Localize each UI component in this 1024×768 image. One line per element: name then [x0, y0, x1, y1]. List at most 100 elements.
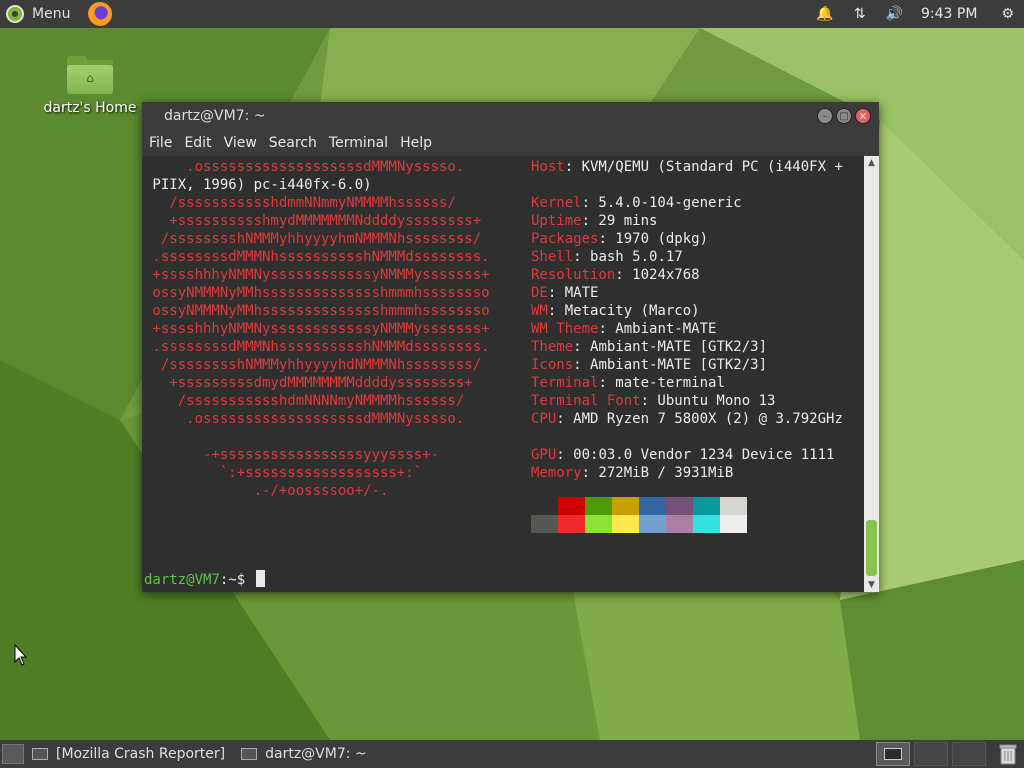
- info-value: : 1024x768: [615, 267, 700, 283]
- terminal-menubar: File Edit View Search Terminal Help: [142, 130, 879, 156]
- logo-line: .ssssssssdMMMNhsssssssssshNMMMdssssssss.: [144, 339, 490, 355]
- color-swatch: [558, 497, 585, 515]
- top-panel: Menu 🔔 ⇅ 🔊 9:43 PM ⚙: [0, 0, 1024, 28]
- window-icon: [32, 748, 48, 760]
- menu-help[interactable]: Help: [395, 135, 437, 151]
- info-line: Resolution: 1024x768: [531, 266, 700, 284]
- menu-view[interactable]: View: [219, 135, 262, 151]
- host-continuation: PIIX, 1996) pc-i440fx-6.0): [144, 177, 372, 193]
- info-value: : 272MiB / 3931MiB: [581, 465, 734, 481]
- window-controls: – □ ×: [814, 108, 871, 124]
- info-key: Shell: [531, 249, 574, 265]
- notification-bell-icon[interactable]: 🔔: [816, 6, 833, 22]
- color-swatch: [639, 497, 666, 515]
- shell-prompt[interactable]: dartz@VM7:~$: [144, 570, 265, 589]
- color-swatch: [720, 497, 747, 515]
- logo-line: .-/+oossssoo+/-.: [144, 483, 389, 499]
- workspace-3[interactable]: [952, 742, 986, 766]
- logo-line: +sssssssssshmydMMMMMMMNddddyssssssss+: [144, 213, 482, 229]
- info-line: Kernel: 5.4.0-104-generic: [531, 194, 742, 212]
- info-line: Icons: Ambiant-MATE [GTK2/3]: [531, 356, 767, 374]
- logo-line: .osssssssssssssssssssdMMMNysssso.: [144, 159, 465, 175]
- scrollbar-thumb[interactable]: [866, 520, 877, 576]
- close-button[interactable]: ×: [855, 108, 871, 124]
- color-swatch: [693, 515, 720, 533]
- info-line: GPU: 00:03.0 Vendor 1234 Device 1111: [531, 446, 834, 464]
- logo-line: +sssshhhyNMMNyssssssssssssyNMMMysssssss+: [144, 267, 490, 283]
- info-value: : Ambiant-MATE [GTK2/3]: [573, 339, 768, 355]
- info-key: Packages: [531, 231, 599, 247]
- color-swatch: [585, 515, 612, 533]
- info-value: : Ubuntu Mono 13: [640, 393, 776, 409]
- info-key: Terminal: [531, 375, 599, 391]
- taskbar-item-terminal[interactable]: dartz@VM7: ~: [233, 740, 375, 768]
- logo-line: /ssssssssssshdmNNNNmyNMMMMhssssss/: [144, 393, 465, 409]
- window-title: dartz@VM7: ~: [164, 108, 266, 124]
- info-key: WM Theme: [531, 321, 599, 337]
- color-swatch: [531, 515, 558, 533]
- info-line: Terminal Font: Ubuntu Mono 13: [531, 392, 775, 410]
- volume-icon[interactable]: 🔊: [886, 6, 903, 22]
- network-icon[interactable]: ⇅: [854, 6, 866, 22]
- logo-line: /sssssssshNMMMyhhyyyyhmNMMMNhssssssss/: [144, 231, 482, 247]
- info-key: Uptime: [531, 213, 582, 229]
- terminal-output[interactable]: .osssssssssssssssssssdMMMNysssso. /sssss…: [142, 156, 864, 592]
- color-swatch: [666, 497, 693, 515]
- workspace-2[interactable]: [914, 742, 948, 766]
- color-swatch: [666, 515, 693, 533]
- info-value: : mate-terminal: [598, 375, 725, 391]
- taskbar-item-label: dartz@VM7: ~: [265, 746, 367, 762]
- color-swatch: [585, 497, 612, 515]
- logo-line: .ssssssssdMMMNhsssssssssshNMMMdssssssss.: [144, 249, 490, 265]
- menu-file[interactable]: File: [144, 135, 177, 151]
- window-titlebar[interactable]: dartz@VM7: ~ – □ ×: [142, 102, 879, 130]
- show-desktop-button[interactable]: [2, 744, 24, 764]
- taskbar-item-crash-reporter[interactable]: [Mozilla Crash Reporter]: [24, 740, 233, 768]
- color-swatch: [720, 515, 747, 533]
- scroll-up-arrow-icon[interactable]: ▲: [864, 156, 879, 170]
- info-value: : 1970 (dpkg): [598, 231, 709, 247]
- menu-search[interactable]: Search: [264, 135, 322, 151]
- info-value: : 00:03.0 Vendor 1234 Device 1111: [556, 447, 835, 463]
- color-swatch: [612, 515, 639, 533]
- info-value: : 5.4.0-104-generic: [581, 195, 742, 211]
- info-key: CPU: [531, 411, 557, 427]
- clock[interactable]: 9:43 PM: [921, 6, 977, 22]
- logo-line: ossyNMMMNyMMhsssssssssssssshmmmhssssssso: [144, 285, 490, 301]
- terminal-window: dartz@VM7: ~ – □ × File Edit View Search…: [142, 102, 879, 592]
- info-value: : bash 5.0.17: [573, 249, 683, 265]
- info-line: Shell: bash 5.0.17: [531, 248, 683, 266]
- trash-icon[interactable]: [998, 743, 1018, 765]
- info-line: Terminal: mate-terminal: [531, 374, 725, 392]
- minimize-button[interactable]: –: [817, 108, 833, 124]
- menu-edit[interactable]: Edit: [179, 135, 216, 151]
- scroll-down-arrow-icon[interactable]: ▼: [864, 578, 879, 592]
- info-value: : KVM/QEMU (Standard PC (i440FX +: [564, 159, 843, 175]
- info-line: WM Theme: Ambiant-MATE: [531, 320, 716, 338]
- text-cursor: [255, 570, 265, 587]
- taskbar-item-label: [Mozilla Crash Reporter]: [56, 746, 226, 762]
- firefox-launcher-icon[interactable]: [88, 2, 113, 26]
- desktop-icon-home[interactable]: ⌂ dartz's Home: [40, 56, 140, 116]
- desktop-icon-label: dartz's Home: [43, 100, 137, 116]
- info-value: : MATE: [547, 285, 599, 301]
- system-tray: 🔔 ⇅ 🔊 9:43 PM ⚙: [806, 0, 1024, 28]
- info-line: Host: KVM/QEMU (Standard PC (i440FX +: [531, 158, 843, 176]
- info-key: WM: [531, 303, 548, 319]
- terminal-scrollbar[interactable]: ▲ ▼: [864, 156, 879, 592]
- menu-terminal[interactable]: Terminal: [324, 135, 393, 151]
- maximize-button[interactable]: □: [836, 108, 852, 124]
- settings-gear-icon[interactable]: ⚙: [1001, 6, 1014, 22]
- info-line: DE: MATE: [531, 284, 598, 302]
- main-menu-button[interactable]: Menu: [0, 0, 78, 28]
- color-palette: [531, 497, 747, 533]
- logo-line: `:+ssssssssssssssssss+:`: [144, 465, 423, 481]
- mate-logo-icon: [6, 5, 24, 23]
- mouse-pointer-icon: [14, 644, 28, 666]
- info-line: Memory: 272MiB / 3931MiB: [531, 464, 733, 482]
- workspace-1[interactable]: [876, 742, 910, 766]
- color-swatch: [693, 497, 720, 515]
- workspace-window-preview: [884, 748, 902, 760]
- info-line: WM: Metacity (Marco): [531, 302, 700, 320]
- info-key: Host: [531, 159, 565, 175]
